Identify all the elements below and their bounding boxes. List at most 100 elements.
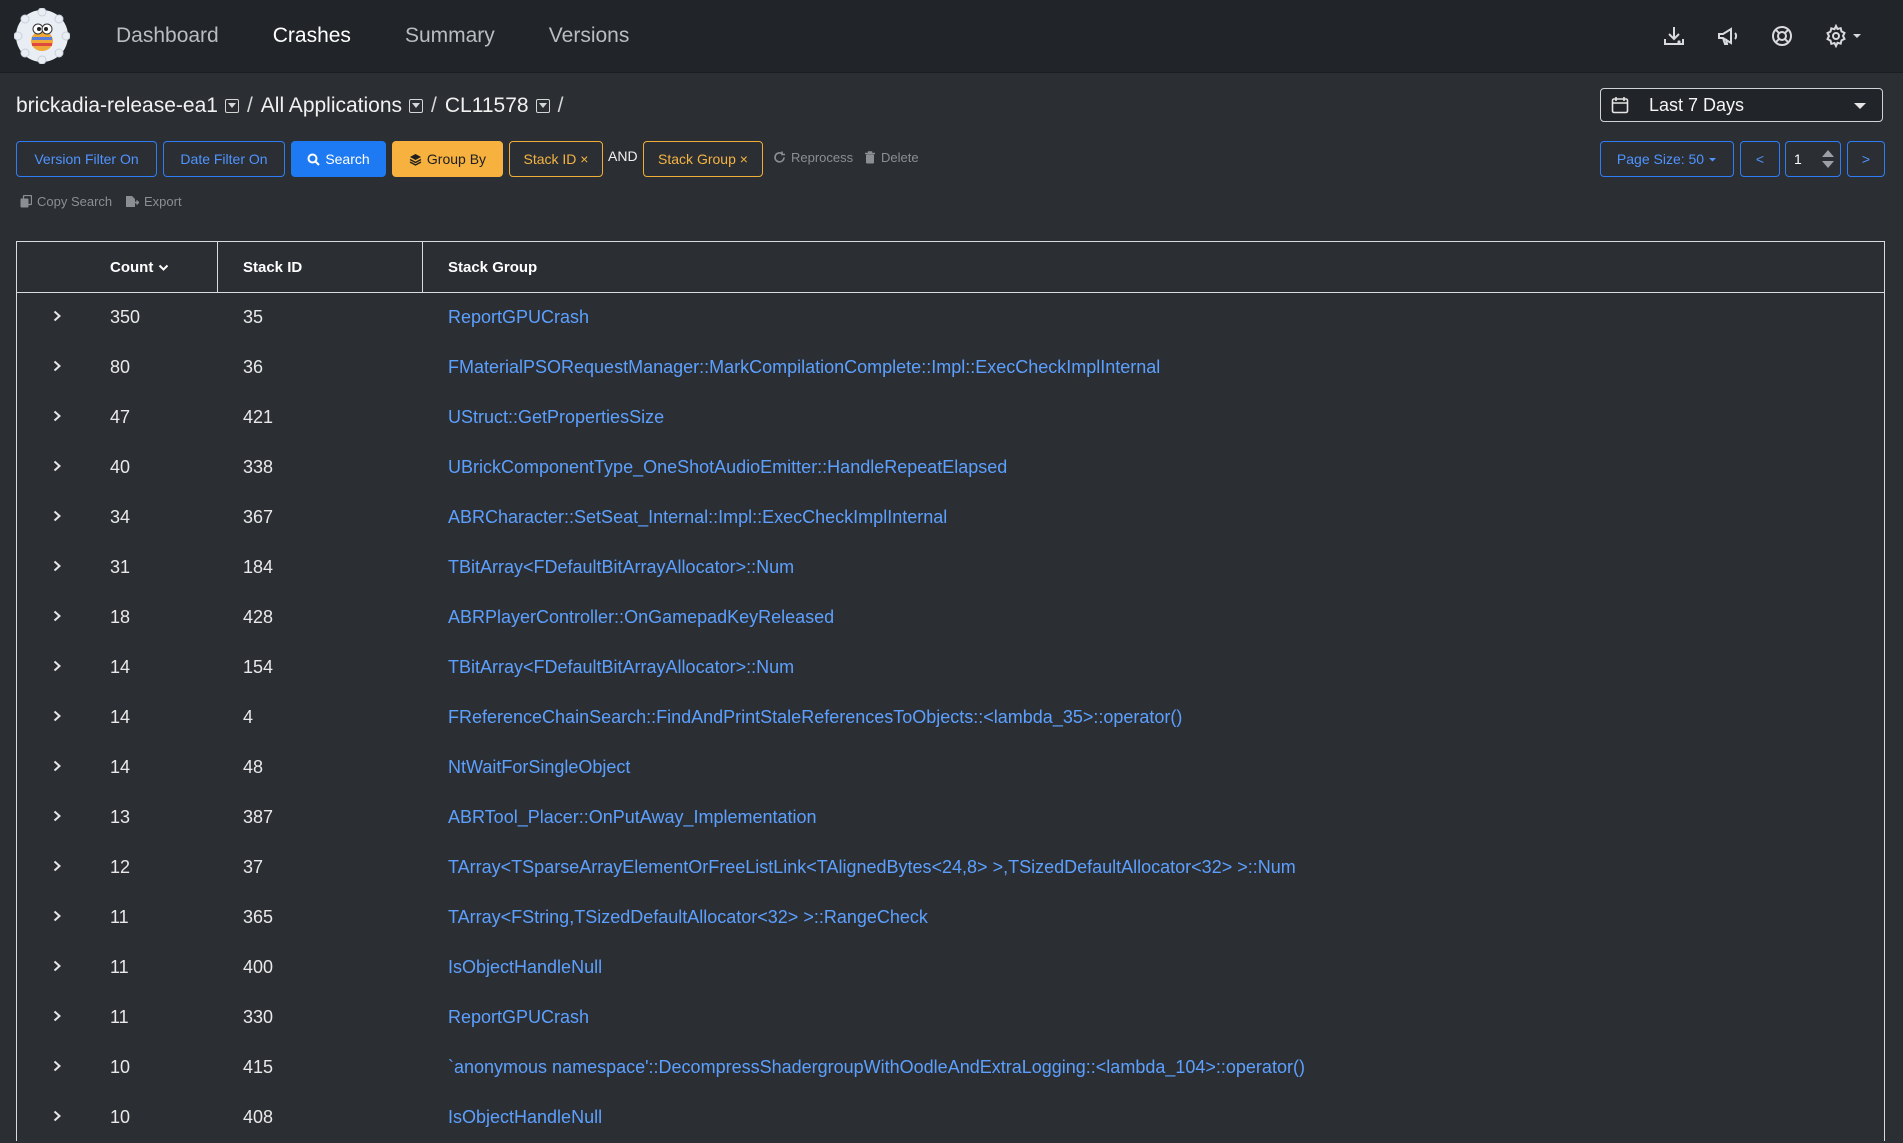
next-page-button[interactable]: > <box>1847 141 1885 177</box>
cell-stack-group-link[interactable]: UBrickComponentType_OneShotAudioEmitter:… <box>448 457 1007 478</box>
chevron-right-icon[interactable] <box>51 859 63 873</box>
chevron-right-icon[interactable] <box>51 1009 63 1023</box>
cell-stack-group-link[interactable]: TArray<TSparseArrayElementOrFreeListLink… <box>448 857 1296 878</box>
chevron-right-icon[interactable] <box>51 659 63 673</box>
table-row[interactable]: 12 37 TArray<TSparseArrayElementOrFreeList… <box>17 843 1884 893</box>
crash-groups-table: Count Stack ID Stack Group 350 35 ReportGP… <box>16 241 1885 1141</box>
chevron-right-icon[interactable] <box>51 759 63 773</box>
chevron-right-icon[interactable] <box>51 559 63 573</box>
table-row[interactable]: 10 408 IsObjectHandleNull <box>17 1093 1884 1143</box>
group-by-button[interactable]: Group By <box>392 141 503 177</box>
chevron-right-icon[interactable] <box>51 1059 63 1073</box>
cell-stack-group-link[interactable]: ReportGPUCrash <box>448 307 589 328</box>
table-row[interactable]: 13 387 ABRTool_Placer::OnPutAway_Implement… <box>17 793 1884 843</box>
chevron-right-icon[interactable] <box>51 359 63 373</box>
cell-stack-group-link[interactable]: IsObjectHandleNull <box>448 1107 602 1128</box>
stack-id-chip-label: Stack ID × <box>523 151 589 167</box>
cell-stack-id: 48 <box>243 757 264 777</box>
export-button[interactable]: Export <box>125 194 182 209</box>
stepper-down-icon[interactable] <box>1822 161 1834 168</box>
cell-stack-group-link[interactable]: ReportGPUCrash <box>448 1007 589 1028</box>
cell-count: 10 <box>110 1107 131 1127</box>
chevron-right-icon[interactable] <box>51 959 63 973</box>
table-row[interactable]: 350 35 ReportGPUCrash <box>17 293 1884 343</box>
cell-stack-group-link[interactable]: ABRTool_Placer::OnPutAway_Implementation <box>448 807 817 828</box>
gear-icon[interactable] <box>1823 23 1863 49</box>
cell-stack-group-link[interactable]: FMaterialPSORequestManager::MarkCompilat… <box>448 357 1160 378</box>
cell-stack-group-link[interactable]: IsObjectHandleNull <box>448 957 602 978</box>
stepper-up-icon[interactable] <box>1822 150 1834 157</box>
page-stepper[interactable] <box>1822 148 1834 170</box>
top-navbar: Dashboard Crashes Summary Versions <box>0 0 1903 73</box>
version-filter-button[interactable]: Version Filter On <box>16 141 157 177</box>
stack-group-filter-chip[interactable]: Stack Group × <box>643 141 763 177</box>
cell-stack-group-link[interactable]: TBitArray<FDefaultBitArrayAllocator>::Nu… <box>448 657 794 678</box>
nav-crashes[interactable]: Crashes <box>273 24 351 48</box>
cell-stack-group-link[interactable]: ABRCharacter::SetSeat_Internal::Impl::Ex… <box>448 507 947 528</box>
nav-versions[interactable]: Versions <box>549 24 630 48</box>
page-size-select[interactable]: Page Size: 50 <box>1600 141 1734 177</box>
cell-stack-group-link[interactable]: NtWaitForSingleObject <box>448 757 630 778</box>
nav-dashboard[interactable]: Dashboard <box>116 24 219 48</box>
dropdown-icon[interactable] <box>409 99 424 113</box>
nav-summary[interactable]: Summary <box>405 24 495 48</box>
delete-button[interactable]: Delete <box>864 150 919 165</box>
cell-stack-group-link[interactable]: TArray<FString,TSizedDefaultAllocator<32… <box>448 907 928 928</box>
dropdown-icon[interactable] <box>224 99 239 113</box>
column-header-stack-id[interactable]: Stack ID <box>243 259 302 276</box>
table-row[interactable]: 11 330 ReportGPUCrash <box>17 993 1884 1043</box>
trash-icon <box>865 151 875 164</box>
chevron-right-icon[interactable] <box>51 709 63 723</box>
dropdown-icon[interactable] <box>535 99 550 113</box>
date-filter-button[interactable]: Date Filter On <box>163 141 285 177</box>
reprocess-button[interactable]: Reprocess <box>773 150 853 165</box>
table-row[interactable]: 10 415 `anonymous namespace'::DecompressSh… <box>17 1043 1884 1093</box>
table-row[interactable]: 47 421 UStruct::GetPropertiesSize <box>17 393 1884 443</box>
cell-stack-id: 36 <box>243 357 264 377</box>
date-range-select[interactable]: Last 7 Days <box>1600 88 1883 122</box>
table-row[interactable]: 14 4 FReferenceChainSearch::FindAndPrintSt… <box>17 693 1884 743</box>
refresh-icon <box>774 151 785 163</box>
page-number-input[interactable]: 1 <box>1785 141 1841 177</box>
cell-stack-group-link[interactable]: FReferenceChainSearch::FindAndPrintStale… <box>448 707 1182 728</box>
cell-count: 13 <box>110 807 131 827</box>
cell-stack-id: 330 <box>243 1007 274 1027</box>
breadcrumb-version[interactable]: CL11578 <box>445 94 550 118</box>
table-row[interactable]: 40 338 UBrickComponentType_OneShotAudioEmi… <box>17 443 1884 493</box>
export-label: Export <box>144 194 182 209</box>
search-button[interactable]: Search <box>291 141 386 177</box>
table-row[interactable]: 80 36 FMaterialPSORequestManager::MarkComp… <box>17 343 1884 393</box>
chevron-right-icon[interactable] <box>51 909 63 923</box>
table-row[interactable]: 11 365 TArray<FString,TSizedDefaultAllocat… <box>17 893 1884 943</box>
cell-stack-group-link[interactable]: ABRPlayerController::OnGamepadKeyRelease… <box>448 607 834 628</box>
chevron-right-icon[interactable] <box>51 459 63 473</box>
breadcrumb-application[interactable]: All Applications <box>261 94 424 118</box>
table-row[interactable]: 31 184 TBitArray<FDefaultBitArrayAllocator… <box>17 543 1884 593</box>
table-row[interactable]: 18 428 ABRPlayerController::OnGamepadKeyRe… <box>17 593 1884 643</box>
chevron-right-icon[interactable] <box>51 609 63 623</box>
cell-count: 11 <box>110 1007 129 1027</box>
table-row[interactable]: 14 154 TBitArray<FDefaultBitArrayAllocator… <box>17 643 1884 693</box>
chevron-right-icon[interactable] <box>51 809 63 823</box>
app-logo-icon[interactable] <box>14 8 70 64</box>
prev-page-button[interactable]: < <box>1740 141 1780 177</box>
chevron-right-icon[interactable] <box>51 1109 63 1123</box>
cell-stack-group-link[interactable]: `anonymous namespace'::DecompressShaderg… <box>448 1057 1305 1078</box>
breadcrumb-project[interactable]: brickadia-release-ea1 <box>16 94 239 118</box>
table-row[interactable]: 14 48 NtWaitForSingleObject <box>17 743 1884 793</box>
column-header-count[interactable]: Count <box>110 259 169 276</box>
chevron-right-icon[interactable] <box>51 309 63 323</box>
megaphone-icon[interactable] <box>1715 23 1741 49</box>
table-row[interactable]: 34 367 ABRCharacter::SetSeat_Internal::Imp… <box>17 493 1884 543</box>
chevron-right-icon[interactable] <box>51 509 63 523</box>
chevron-right-icon[interactable] <box>51 409 63 423</box>
lifebuoy-icon[interactable] <box>1769 23 1795 49</box>
stack-id-filter-chip[interactable]: Stack ID × <box>509 141 603 177</box>
table-row[interactable]: 11 400 IsObjectHandleNull <box>17 943 1884 993</box>
copy-search-button[interactable]: Copy Search <box>20 194 112 209</box>
column-header-stack-group[interactable]: Stack Group <box>448 259 537 276</box>
cell-stack-group-link[interactable]: UStruct::GetPropertiesSize <box>448 407 664 428</box>
download-icon[interactable] <box>1661 23 1687 49</box>
date-filter-label: Date Filter On <box>180 151 268 167</box>
cell-stack-group-link[interactable]: TBitArray<FDefaultBitArrayAllocator>::Nu… <box>448 557 794 578</box>
